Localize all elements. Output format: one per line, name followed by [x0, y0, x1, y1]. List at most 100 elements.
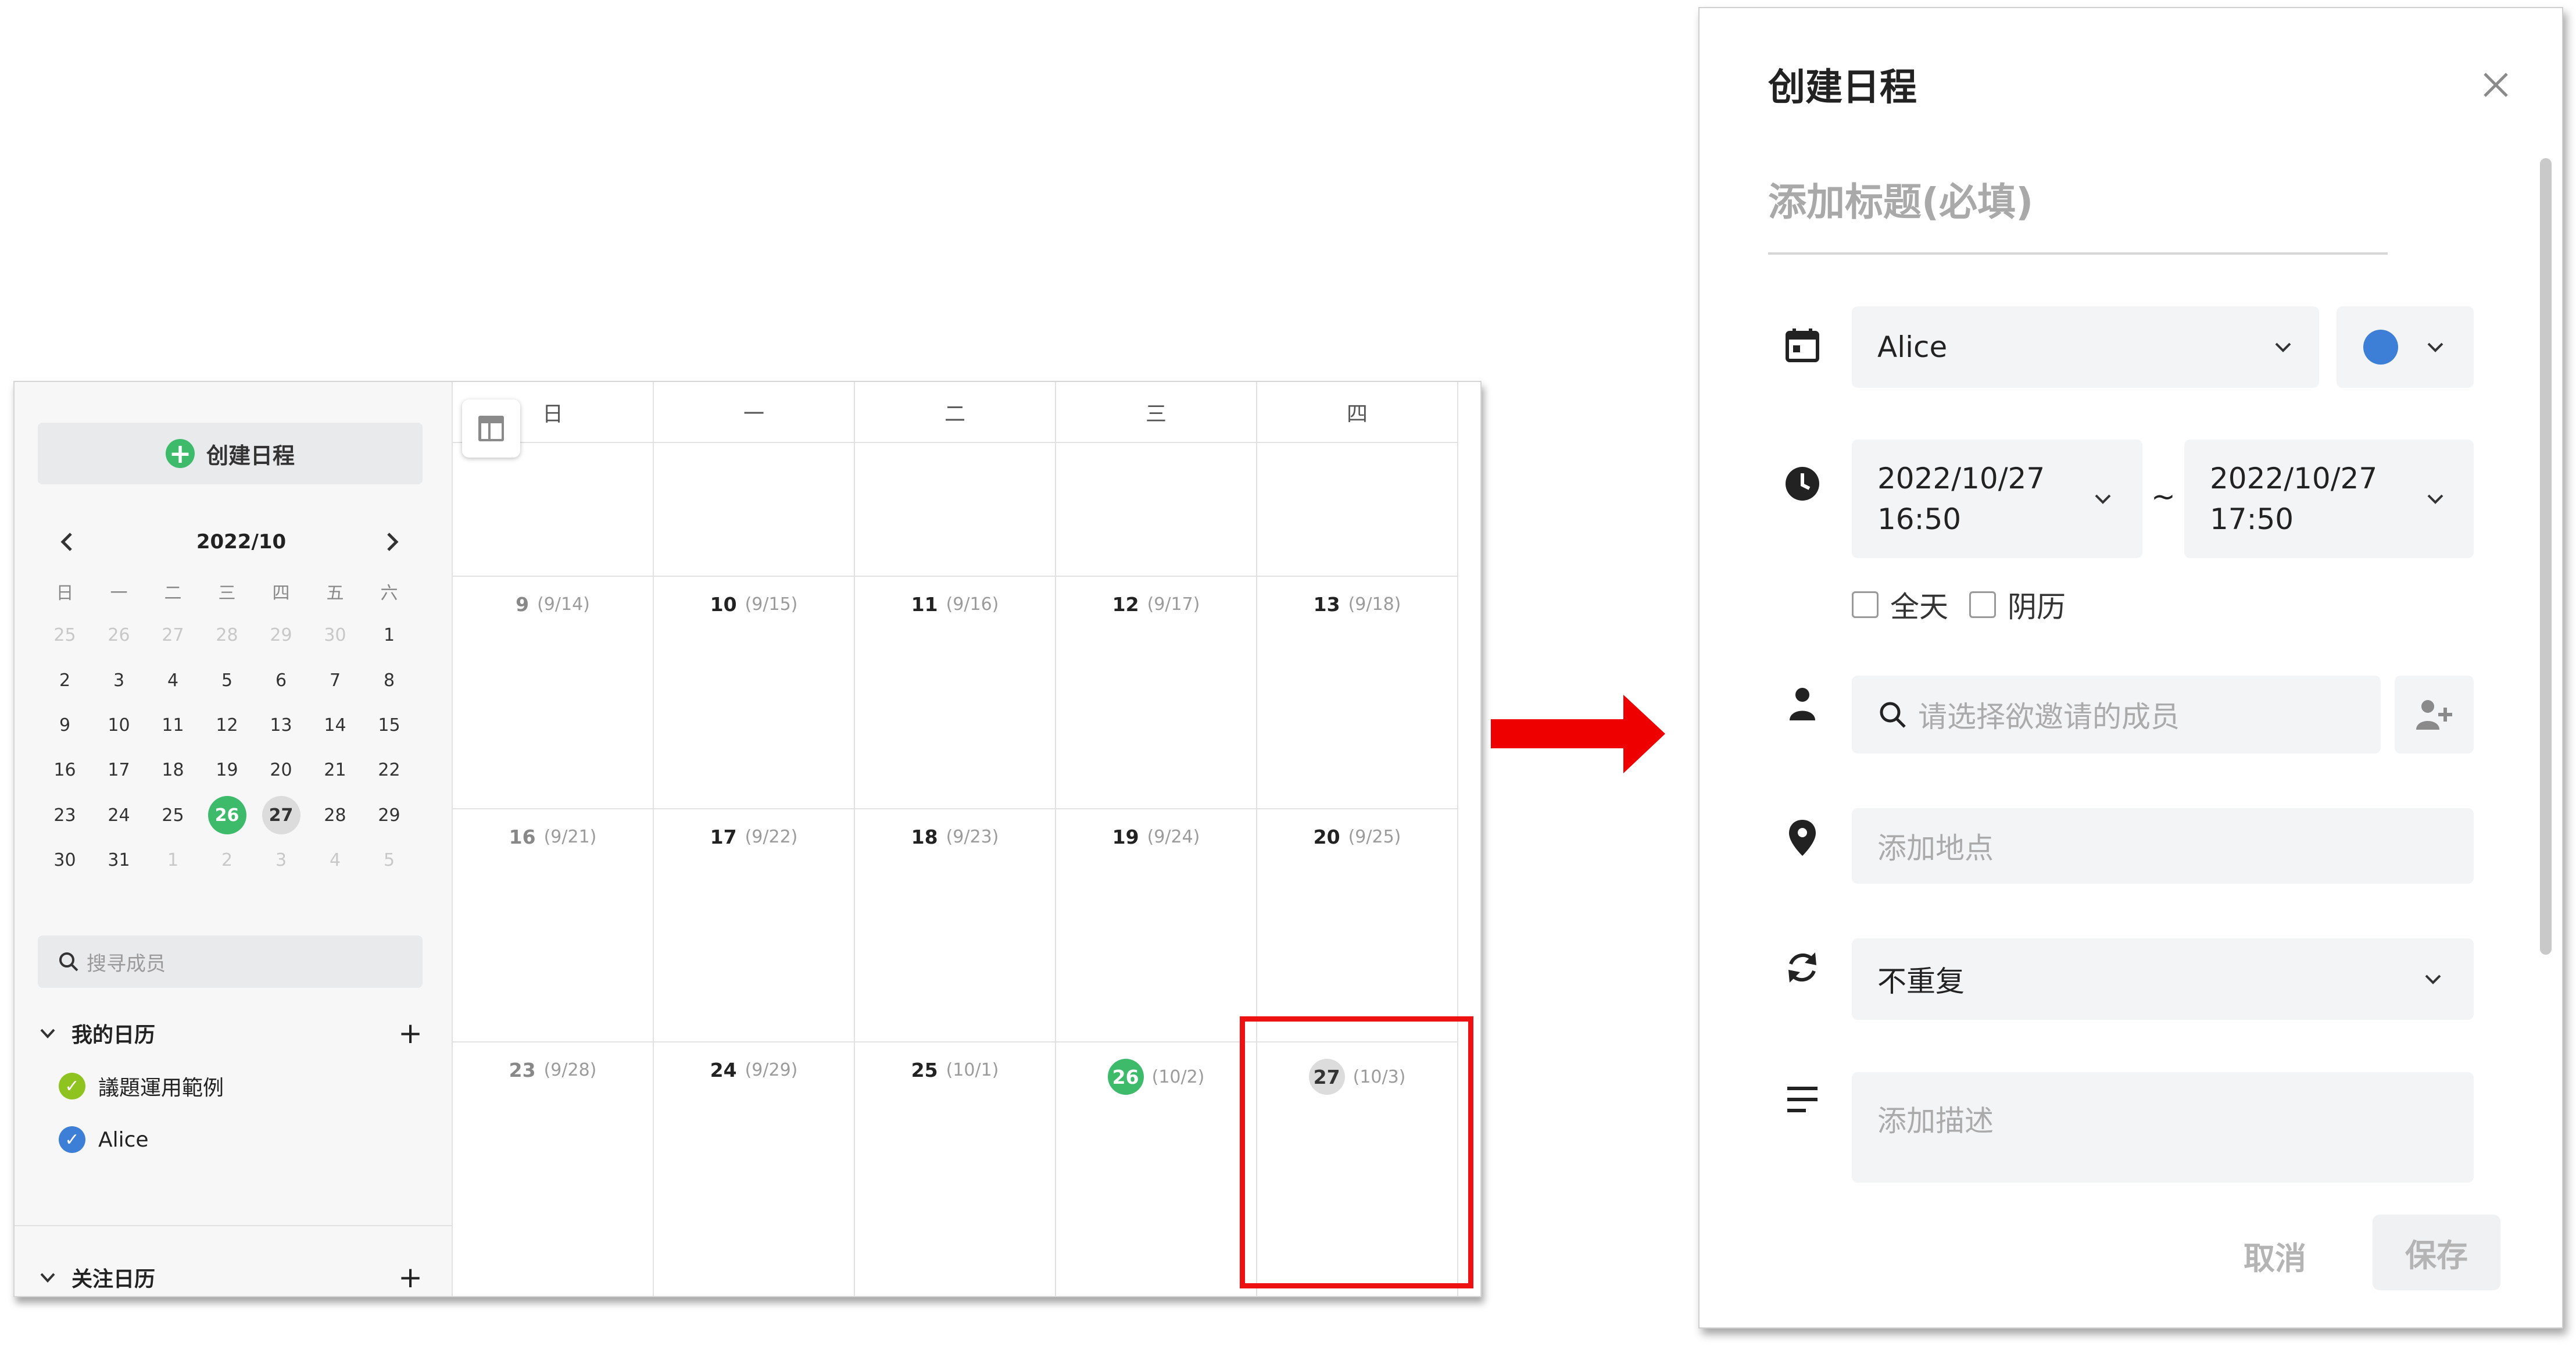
day-cell[interactable]: 11 (9/16)	[855, 577, 1056, 809]
mini-day[interactable]: 26	[200, 793, 254, 837]
add-calendar-icon[interactable]: +	[398, 1016, 423, 1050]
mini-day[interactable]: 25	[146, 793, 200, 837]
description-input[interactable]: 添加描述	[1852, 1072, 2474, 1183]
mini-day[interactable]: 2	[200, 838, 254, 882]
mini-day-label: 16	[53, 759, 76, 780]
mini-day[interactable]: 16	[38, 748, 92, 792]
mini-day-label: 24	[108, 805, 130, 826]
mini-day[interactable]: 27	[254, 793, 308, 837]
day-cell[interactable]: 19 (9/24)	[1056, 809, 1257, 1042]
mini-day[interactable]: 5	[200, 658, 254, 702]
mini-day[interactable]: 1	[146, 838, 200, 882]
day-cell[interactable]: 12 (9/17)	[1056, 577, 1257, 809]
weekday-header-label: 日	[56, 583, 74, 604]
mini-day[interactable]: 10	[92, 703, 146, 747]
mini-day[interactable]: 14	[308, 703, 362, 747]
mini-day[interactable]: 6	[254, 658, 308, 702]
calendar-select[interactable]: Alice	[1852, 306, 2319, 388]
all-day-checkbox[interactable]	[1852, 591, 1879, 618]
day-cell[interactable]	[1257, 443, 1458, 577]
prev-month-icon[interactable]	[49, 524, 84, 559]
save-button[interactable]: 保存	[2373, 1215, 2500, 1290]
add-follow-icon[interactable]: +	[398, 1261, 423, 1294]
weekday-header: 一	[92, 569, 146, 613]
mini-day[interactable]: 3	[92, 658, 146, 702]
day-cell[interactable]: 25 (10/1)	[855, 1042, 1056, 1296]
day-cell[interactable]: 9 (9/14)	[453, 577, 654, 809]
mini-day[interactable]: 19	[200, 748, 254, 792]
all-day-option[interactable]: 全天	[1852, 584, 1948, 626]
mini-day[interactable]: 1	[362, 613, 416, 657]
calendar-item[interactable]: ✓ Alice	[59, 1126, 149, 1153]
layout-toggle-button[interactable]	[462, 399, 520, 458]
lunar-checkbox[interactable]	[1969, 591, 1996, 618]
mini-day[interactable]: 31	[92, 838, 146, 882]
description-icon	[1782, 1079, 1823, 1120]
day-cell[interactable]	[1056, 443, 1257, 577]
day-cell[interactable]: 13 (9/18)	[1257, 577, 1458, 809]
mini-day[interactable]: 4	[308, 838, 362, 882]
weekday-header-label: 一	[110, 583, 128, 604]
add-member-button[interactable]	[2395, 676, 2474, 754]
mini-day[interactable]: 9	[38, 703, 92, 747]
mini-day[interactable]: 17	[92, 748, 146, 792]
mini-day[interactable]: 21	[308, 748, 362, 792]
mini-day[interactable]: 13	[254, 703, 308, 747]
mini-day[interactable]: 22	[362, 748, 416, 792]
day-cell[interactable]	[855, 443, 1056, 577]
my-calendars-header[interactable]: 我的日历 +	[38, 1016, 423, 1051]
mini-day[interactable]: 26	[92, 613, 146, 657]
close-icon[interactable]	[2473, 62, 2519, 108]
chevron-down-icon	[2425, 974, 2441, 984]
start-datetime-select[interactable]: 2022/10/27 16:50	[1852, 440, 2142, 558]
day-cell[interactable]: 17 (9/22)	[654, 809, 855, 1042]
repeat-value: 不重复	[1877, 965, 1965, 998]
day-cell[interactable]	[654, 443, 855, 577]
invite-member-input[interactable]: 请选择欲邀请的成员	[1852, 676, 2381, 754]
color-select[interactable]	[2337, 306, 2474, 388]
mini-day[interactable]: 29	[362, 793, 416, 837]
mini-day[interactable]: 12	[200, 703, 254, 747]
mini-day[interactable]: 15	[362, 703, 416, 747]
mini-day[interactable]: 23	[38, 793, 92, 837]
day-cell[interactable]: 16 (9/21)	[453, 809, 654, 1042]
cancel-button[interactable]: 取消	[2228, 1223, 2321, 1287]
create-event-button[interactable]: + 创建日程	[38, 423, 423, 484]
event-title-input[interactable]: 添加标题(必填)	[1768, 171, 2388, 255]
day-cell[interactable]: 10 (9/15)	[654, 577, 855, 809]
day-number: 23 (9/28)	[453, 1059, 653, 1081]
follow-calendars-header[interactable]: 关注日历 +	[38, 1260, 423, 1295]
mini-day[interactable]: 5	[362, 838, 416, 882]
next-month-icon[interactable]	[375, 524, 410, 559]
mini-day[interactable]: 29	[254, 613, 308, 657]
mini-day[interactable]: 28	[200, 613, 254, 657]
mini-day[interactable]: 11	[146, 703, 200, 747]
lunar-option[interactable]: 阴历	[1969, 584, 2066, 626]
mini-day[interactable]: 30	[38, 838, 92, 882]
end-datetime-select[interactable]: 2022/10/27 17:50	[2184, 440, 2474, 558]
member-search-input[interactable]: 搜寻成员	[38, 936, 423, 988]
day-cell[interactable]: 20 (9/25)	[1257, 809, 1458, 1042]
day-cell[interactable]: 26 (10/2)	[1056, 1042, 1257, 1296]
mini-day[interactable]: 2	[38, 658, 92, 702]
chevron-down-icon	[40, 1029, 55, 1038]
dialog-scrollbar[interactable]	[2540, 158, 2552, 955]
mini-day[interactable]: 24	[92, 793, 146, 837]
mini-day[interactable]: 4	[146, 658, 200, 702]
day-cell[interactable]: 23 (9/28)	[453, 1042, 654, 1296]
mini-day[interactable]: 30	[308, 613, 362, 657]
calendar-item[interactable]: ✓ 議題運用範例	[59, 1071, 224, 1101]
mini-day[interactable]: 18	[146, 748, 200, 792]
day-cell[interactable]	[453, 443, 654, 577]
day-cell[interactable]: 18 (9/23)	[855, 809, 1056, 1042]
day-cell[interactable]: 24 (9/29)	[654, 1042, 855, 1296]
repeat-select[interactable]: 不重复	[1852, 938, 2474, 1020]
mini-day[interactable]: 25	[38, 613, 92, 657]
mini-day[interactable]: 27	[146, 613, 200, 657]
mini-day[interactable]: 7	[308, 658, 362, 702]
mini-day[interactable]: 20	[254, 748, 308, 792]
location-input[interactable]: 添加地点	[1852, 808, 2474, 884]
mini-day[interactable]: 28	[308, 793, 362, 837]
mini-day[interactable]: 3	[254, 838, 308, 882]
mini-day[interactable]: 8	[362, 658, 416, 702]
